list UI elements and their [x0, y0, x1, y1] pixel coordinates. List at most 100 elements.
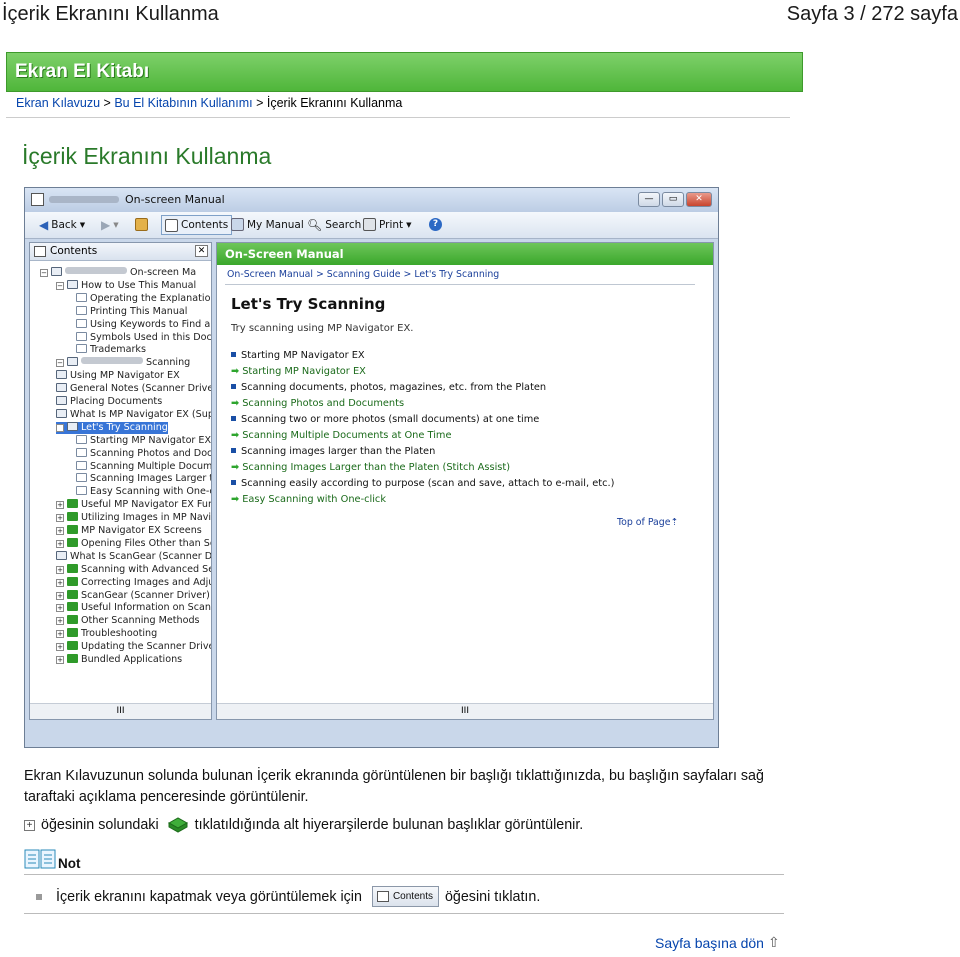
contents-tree-item[interactable]: + Useful MP Navigator EX Functi	[56, 499, 211, 511]
contents-tree-label: How to Use This Manual	[81, 279, 197, 291]
chevron-down-icon: ▼	[406, 220, 412, 229]
content-link[interactable]: ➡ Scanning Images Larger than the Platen …	[231, 462, 510, 473]
open-book-icon	[67, 279, 78, 289]
contents-tree-item[interactable]: Operating the Explanation S	[76, 292, 211, 305]
top-of-page-link[interactable]: Top of Page⇡	[617, 517, 678, 528]
help-button[interactable]: ?	[429, 218, 442, 231]
search-button[interactable]: 🔍︎ Search	[307, 218, 361, 232]
close-pane-icon[interactable]: ✕	[195, 245, 208, 257]
contents-tree-item[interactable]: Using MP Navigator EX	[56, 370, 180, 382]
expand-plus-icon[interactable]: +	[56, 527, 64, 535]
content-link[interactable]: ➡ Starting MP Navigator EX	[231, 366, 366, 377]
content-link[interactable]: ➡ Scanning Multiple Documents at One Time	[231, 430, 452, 441]
contents-tree-item[interactable]: + Troubleshooting	[56, 628, 157, 640]
contents-tree-label: MP Navigator EX Screens	[81, 525, 202, 536]
contents-tree-item[interactable]: + Bundled Applications	[56, 654, 182, 666]
printer-icon	[363, 218, 376, 231]
collapse-minus-icon[interactable]: −	[56, 423, 64, 432]
minimize-icon[interactable]: —	[638, 192, 660, 207]
contents-tree-item[interactable]: + Correcting Images and Adjustin	[56, 576, 211, 589]
contents-tree-item[interactable]: What Is ScanGear (Scanner Dr	[56, 550, 211, 563]
breadcrumb-home-link[interactable]: Ekran Kılavuzu	[16, 96, 100, 110]
back-to-top-link[interactable]: Sayfa başına dön ⇧	[655, 934, 780, 951]
content-item-text: Scanning Images Larger than the Platen (…	[242, 462, 511, 473]
contents-tree-item[interactable]: + MP Navigator EX Screens	[56, 525, 202, 537]
expand-plus-icon[interactable]: +	[56, 565, 64, 574]
contents-horizontal-scrollbar[interactable]: III	[30, 703, 211, 719]
contents-tree-item[interactable]: What Is MP Navigator EX (Sup	[56, 408, 211, 421]
contents-tree-item[interactable]: + Useful Information on Scanning	[56, 602, 211, 614]
contents-tree-item[interactable]: − Let's Try Scanning	[56, 421, 168, 434]
contents-tree-item[interactable]: General Notes (Scanner Driver)	[56, 383, 211, 395]
expand-plus-icon[interactable]: +	[56, 656, 64, 664]
contents-toolbar-button[interactable]: Contents	[161, 215, 233, 235]
contents-tree-item[interactable]: Printing This Manual	[76, 305, 187, 318]
maximize-icon[interactable]: ▭	[662, 192, 684, 207]
expand-plus-icon[interactable]: +	[56, 643, 64, 652]
contents-tree-label: Symbols Used in this Docu	[90, 331, 211, 343]
contents-tree-item[interactable]: + Scanning with Advanced Settir	[56, 563, 211, 576]
contents-tree-item[interactable]: − On-screen Ma	[40, 267, 196, 279]
my-manual-label: My Manual	[247, 218, 304, 231]
content-topic: Scanning easily according to purpose (sc…	[231, 478, 614, 489]
contents-tree-item[interactable]: + Opening Files Other than Scann	[56, 537, 211, 550]
print-button[interactable]: Print ▼	[363, 218, 412, 231]
forward-button[interactable]: ▶ ▼	[101, 218, 119, 232]
expand-plus-icon[interactable]: +	[56, 539, 64, 548]
up-arrow-icon: ⇡	[670, 517, 679, 528]
note-label: Not	[58, 856, 81, 871]
contents-pane-header: Contents ✕	[30, 243, 211, 261]
breadcrumb-section-link[interactable]: Bu El Kitabının Kullanımı	[114, 96, 252, 110]
content-intro: Try scanning using MP Navigator EX.	[231, 323, 414, 334]
content-breadcrumb[interactable]: On-Screen Manual > Scanning Guide > Let'…	[227, 269, 499, 280]
document-title: İçerik Ekranını Kullanma	[2, 3, 219, 25]
collapse-minus-icon[interactable]: −	[56, 281, 64, 290]
contents-tree-item[interactable]: − Scanning	[56, 357, 190, 369]
green-arrow-icon: ➡	[231, 494, 240, 505]
contents-tree-item[interactable]: + Other Scanning Methods	[56, 615, 200, 627]
green-book-icon	[67, 654, 78, 663]
content-link[interactable]: ➡ Easy Scanning with One-click	[231, 494, 386, 505]
content-band-label: On-Screen Manual	[225, 247, 344, 261]
expand-text-before: öğesinin solundaki	[41, 817, 159, 833]
collapse-minus-icon[interactable]: −	[40, 269, 48, 277]
expand-plus-icon[interactable]: +	[56, 501, 64, 510]
contents-tree-item[interactable]: Scanning Multiple Documer	[76, 460, 211, 473]
content-link[interactable]: ➡ Scanning Photos and Documents	[231, 398, 404, 409]
expand-plus-icon[interactable]: +	[56, 514, 64, 523]
contents-pane-icon	[34, 246, 46, 257]
contents-tree-item[interactable]: Trademarks	[76, 344, 146, 356]
back-button[interactable]: ◀ Back ▼	[39, 218, 85, 232]
expand-plus-icon[interactable]: +	[56, 617, 64, 626]
my-manual-button[interactable]: My Manual	[231, 218, 304, 231]
green-book-icon	[67, 576, 78, 586]
contents-tree-item[interactable]: + Utilizing Images in MP Navigato	[56, 512, 211, 524]
contents-tree-item[interactable]: + Updating the Scanner Driver	[56, 641, 211, 653]
breadcrumb-separator: >	[100, 96, 115, 110]
expand-plus-icon[interactable]: +	[56, 578, 64, 587]
contents-tree-item[interactable]: Scanning Images Larger th	[76, 473, 211, 485]
contents-tree-item[interactable]: Using Keywords to Find a T	[76, 318, 211, 331]
close-icon[interactable]: ✕	[686, 192, 712, 207]
note-item: İçerik ekranını kapatmak veya görüntülem…	[36, 886, 540, 907]
green-book-icon	[67, 537, 78, 547]
contents-tree-label: On-screen Ma	[130, 267, 197, 278]
window-titlebar: On-screen Manual — ▭ ✕	[25, 188, 718, 212]
collapse-minus-icon[interactable]: −	[56, 359, 64, 368]
expand-plus-icon[interactable]: +	[56, 591, 64, 600]
green-arrow-icon: ➡	[231, 398, 240, 409]
expand-plus-icon[interactable]: +	[56, 604, 64, 613]
contents-tree-item[interactable]: + ScanGear (Scanner Driver) Scr	[56, 589, 211, 602]
contents-tree-item[interactable]: Starting MP Navigator EX	[76, 434, 211, 447]
contents-tree-item[interactable]: Placing Documents	[56, 396, 162, 408]
breadcrumb: Ekran Kılavuzu > Bu El Kitabının Kullanı…	[16, 96, 402, 110]
contents-tree-item[interactable]: Easy Scanning with One-cli	[76, 486, 211, 498]
contents-tree-item[interactable]: Symbols Used in this Docu	[76, 331, 211, 344]
contents-tree-item[interactable]: Scanning Photos and Docu	[76, 447, 211, 460]
expand-plus-icon[interactable]: +	[56, 630, 64, 639]
page-icon	[76, 305, 87, 315]
contents-tree-item[interactable]: − How to Use This Manual	[56, 279, 197, 292]
content-topic: Scanning images larger than the Platen	[231, 446, 435, 457]
home-button[interactable]	[135, 218, 148, 231]
content-horizontal-scrollbar[interactable]: III	[217, 703, 713, 719]
